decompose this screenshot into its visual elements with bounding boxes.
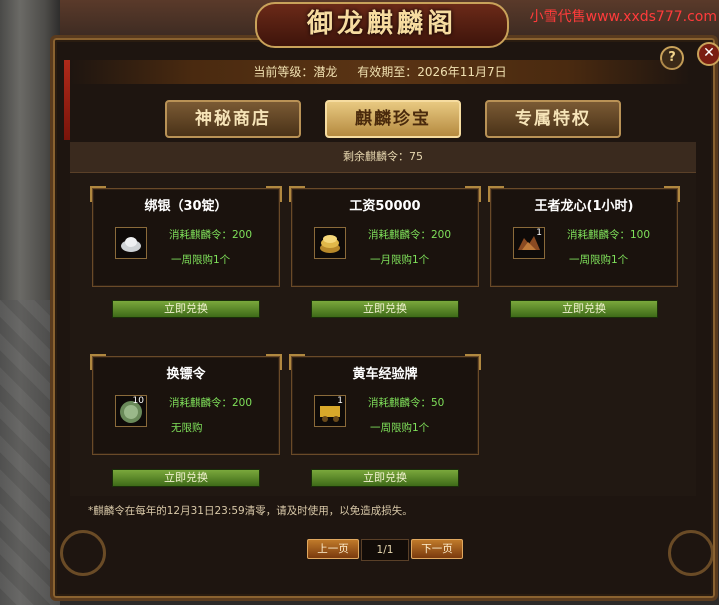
item-card: 工资50000 消耗麒麟令：200 一月限购1个	[289, 186, 481, 287]
item-cost: 消耗麒麟令：200	[169, 229, 253, 241]
item-count: 1	[536, 228, 542, 238]
item-limit: 一周限购1个	[171, 254, 231, 266]
current-level: 当前等级：潜龙	[253, 65, 338, 79]
item-card: 黄车经验牌 1 消耗麒麟令：50 一周限购1个	[289, 354, 481, 455]
item-card: 王者龙心(1小时) 1 消耗麒麟令：100 一周限购1个	[488, 186, 680, 287]
redeem-button[interactable]: 立即兑换	[510, 300, 658, 318]
item-cost: 消耗麒麟令：50	[368, 397, 445, 409]
item-count: 1	[337, 396, 343, 406]
window-title: 御龙麒麟阁	[255, 2, 509, 48]
item-card: 绑银（30锭） 消耗麒麟令：200 一周限购1个	[90, 186, 282, 287]
remaining-tokens: 剩余麒麟令：75	[70, 142, 696, 173]
item-title: 绑银（30锭）	[144, 199, 228, 214]
status-bar: 当前等级：潜龙 有效期至：2026年11月7日	[70, 60, 690, 84]
tab-mystery-shop[interactable]: 神秘商店	[165, 100, 301, 138]
prev-page-button[interactable]: 上一页	[307, 539, 359, 559]
item-cost: 消耗麒麟令：200	[169, 397, 253, 409]
redeem-button[interactable]: 立即兑换	[112, 300, 260, 318]
item-limit: 一周限购1个	[569, 254, 629, 266]
item-limit: 一月限购1个	[370, 254, 430, 266]
tab-exclusive-privilege[interactable]: 专属特权	[485, 100, 621, 138]
gold-coins-icon[interactable]	[314, 227, 346, 259]
item-title: 换镖令	[166, 367, 206, 382]
page-indicator: 1/1	[361, 539, 409, 561]
item-title: 王者龙心(1小时)	[534, 199, 634, 214]
corner-ornament	[60, 530, 106, 576]
silver-ingot-icon[interactable]	[115, 227, 147, 259]
item-limit: 无限购	[171, 422, 203, 434]
item-cost: 消耗麒麟令：100	[567, 229, 651, 241]
item-cost: 消耗麒麟令：200	[368, 229, 452, 241]
yellow-cart-icon[interactable]: 1	[314, 395, 346, 427]
item-title: 工资50000	[349, 199, 421, 214]
item-title: 黄车经验牌	[352, 367, 418, 382]
item-limit: 一周限购1个	[370, 422, 430, 434]
escort-token-icon[interactable]: 10	[115, 395, 147, 427]
dragon-heart-icon[interactable]: 1	[513, 227, 545, 259]
corner-ornament	[668, 530, 714, 576]
tab-qilin-treasure[interactable]: 麒麟珍宝	[325, 100, 461, 138]
item-count: 10	[132, 396, 144, 406]
close-button[interactable]: ✕	[697, 42, 719, 66]
redeem-button[interactable]: 立即兑换	[311, 469, 459, 487]
next-page-button[interactable]: 下一页	[411, 539, 463, 559]
item-card: 换镖令 10 消耗麒麟令：200 无限购	[90, 354, 282, 455]
watermark-text: 小雪代售www.xxds777.com	[529, 9, 717, 25]
expiry-date: 有效期至：2026年11月7日	[357, 65, 507, 79]
redeem-button[interactable]: 立即兑换	[112, 469, 260, 487]
redeem-button[interactable]: 立即兑换	[311, 300, 459, 318]
reset-notice: *麒麟令在每年的12月31日23:59清零，请及时使用，以免造成损失。	[88, 505, 413, 517]
